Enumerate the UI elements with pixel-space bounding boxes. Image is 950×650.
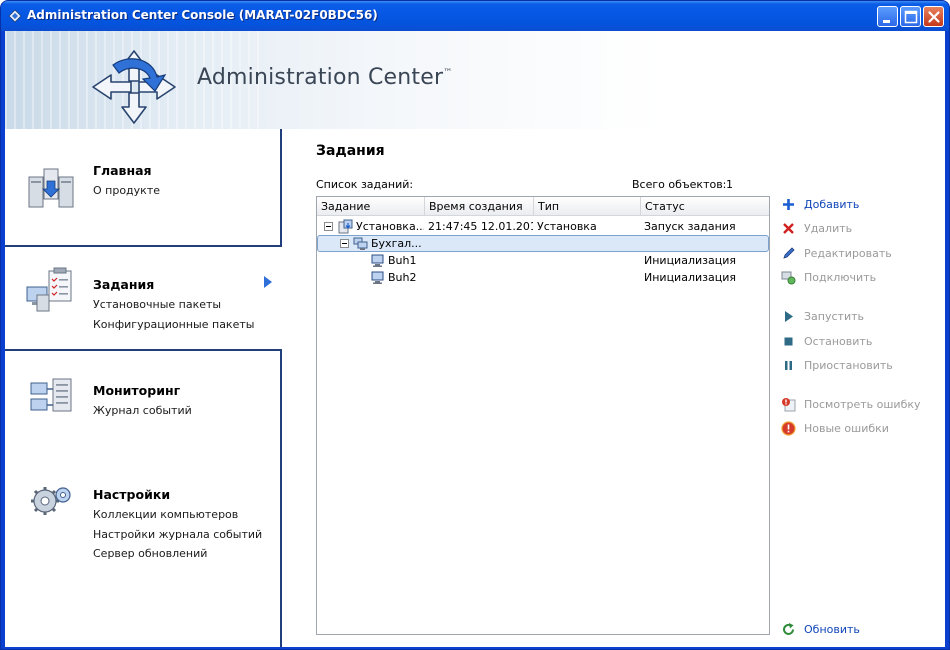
column-header-task[interactable]: Задание bbox=[317, 197, 425, 216]
nav-title-home[interactable]: Главная bbox=[93, 163, 152, 178]
maximize-button[interactable] bbox=[900, 6, 921, 27]
connect-icon bbox=[781, 271, 796, 285]
task-name: Buh1 bbox=[388, 254, 417, 267]
install-package-icon bbox=[338, 219, 353, 234]
nav-link-event-log-settings[interactable]: Настройки журнала событий bbox=[93, 528, 262, 541]
nav-link-computer-collections[interactable]: Коллекции компьютеров bbox=[93, 508, 238, 521]
nav-link-config-packages[interactable]: Конфигурационные пакеты bbox=[93, 318, 254, 331]
table-row[interactable]: Установка... 21:47:45 12.01.2011 Установ… bbox=[317, 218, 769, 235]
delete-label: Удалить bbox=[804, 222, 853, 235]
task-status: Инициализация bbox=[644, 254, 736, 267]
computer-icon bbox=[371, 254, 384, 267]
task-created: 21:47:45 12.01.2011 bbox=[428, 220, 533, 233]
pause-icon bbox=[785, 361, 792, 370]
nav-link-install-packages[interactable]: Установочные пакеты bbox=[93, 298, 221, 311]
server-icon bbox=[28, 168, 74, 208]
task-status: Инициализация bbox=[644, 271, 736, 284]
task-name: Buh2 bbox=[388, 271, 417, 284]
close-icon bbox=[928, 11, 940, 23]
task-name: Установка... bbox=[356, 220, 424, 233]
pause-label: Приостановить bbox=[804, 359, 893, 372]
banner-title-text: Administration Center bbox=[197, 65, 444, 90]
pencil-icon bbox=[783, 247, 795, 259]
task-list-label: Список заданий: bbox=[316, 178, 414, 191]
delete-x-icon bbox=[783, 223, 794, 234]
play-icon bbox=[785, 311, 793, 322]
app-logo-icon bbox=[8, 9, 22, 23]
refresh-label: Обновить bbox=[804, 623, 860, 636]
minimize-icon bbox=[883, 20, 890, 23]
trademark-sign: ™ bbox=[443, 68, 453, 78]
nav-title-tasks[interactable]: Задания bbox=[93, 277, 154, 292]
nav-link-about[interactable]: О продукте bbox=[93, 184, 160, 197]
table-row[interactable]: Бухгал... bbox=[317, 235, 769, 252]
computer-icon bbox=[371, 271, 384, 284]
task-status: Запуск задания bbox=[644, 220, 736, 233]
column-header-status[interactable]: Статус bbox=[641, 197, 769, 216]
nav-link-event-log[interactable]: Журнал событий bbox=[93, 404, 192, 417]
banner-title: Administration Center™ bbox=[197, 65, 452, 90]
title-bar[interactable]: Administration Center Console (MARAT-02F… bbox=[1, 1, 949, 31]
main-panel: Задания Список заданий: Всего объектов: … bbox=[283, 129, 945, 647]
settings-icon bbox=[31, 487, 71, 515]
active-section-arrow-icon bbox=[264, 276, 272, 288]
stop-label: Остановить bbox=[804, 335, 873, 348]
plus-icon bbox=[783, 199, 794, 210]
new-errors-icon bbox=[781, 421, 796, 436]
nav-section-home[interactable]: Главная О продукте bbox=[5, 129, 282, 245]
computer-group-icon bbox=[353, 237, 368, 250]
total-objects-label: Всего объектов: bbox=[632, 178, 727, 191]
client-area: Administration Center™ Главная О продукт… bbox=[5, 31, 945, 647]
table-row[interactable]: Buh2 Инициализация bbox=[317, 269, 769, 286]
refresh-icon bbox=[783, 623, 794, 635]
table-row[interactable]: Buh1 Инициализация bbox=[317, 252, 769, 269]
app-window: Administration Center Console (MARAT-02F… bbox=[0, 0, 950, 650]
left-navigation: Главная О продукте Задания Установочные … bbox=[5, 129, 282, 647]
column-header-created[interactable]: Время создания bbox=[425, 197, 534, 216]
task-type: Установка bbox=[537, 220, 597, 233]
column-header-type[interactable]: Тип bbox=[534, 197, 641, 216]
edit-label: Редактировать bbox=[804, 247, 892, 260]
tasks-grid[interactable]: Задание Время создания Тип Статус Устано… bbox=[316, 196, 770, 635]
task-name: Бухгал... bbox=[371, 237, 422, 250]
nav-section-tasks[interactable]: Задания Установочные пакеты Конфигурацио… bbox=[5, 247, 282, 349]
nav-title-settings[interactable]: Настройки bbox=[93, 487, 170, 502]
total-objects-value: 1 bbox=[726, 178, 733, 191]
maximize-icon bbox=[904, 10, 918, 24]
minimize-button[interactable] bbox=[877, 6, 898, 27]
view-error-label: Посмотреть ошибку bbox=[804, 398, 921, 411]
tasks-icon bbox=[26, 267, 72, 312]
view-error-icon bbox=[782, 398, 796, 412]
new-errors-label: Новые ошибки bbox=[804, 422, 889, 435]
header-banner: Administration Center™ bbox=[5, 31, 945, 129]
window-title: Administration Center Console (MARAT-02F… bbox=[27, 8, 378, 22]
collapse-toggle-icon[interactable] bbox=[324, 222, 333, 231]
close-button[interactable] bbox=[923, 6, 944, 27]
nav-section-monitoring[interactable]: Мониторинг Журнал событий Настройки Колл… bbox=[5, 351, 282, 647]
administration-center-logo-icon bbox=[92, 50, 176, 124]
grid-header: Задание Время создания Тип Статус bbox=[317, 197, 769, 216]
start-label: Запустить bbox=[804, 310, 864, 323]
page-title: Задания bbox=[316, 143, 385, 159]
actions-panel: Добавить Удалить Редактировать Подключит… bbox=[775, 129, 945, 647]
stop-icon bbox=[784, 337, 793, 346]
nav-link-update-server[interactable]: Сервер обновлений bbox=[93, 547, 207, 560]
collapse-toggle-icon[interactable] bbox=[340, 239, 349, 248]
connect-label: Подключить bbox=[804, 271, 877, 284]
nav-title-monitoring[interactable]: Мониторинг bbox=[93, 383, 180, 398]
monitoring-icon bbox=[30, 378, 72, 412]
add-label: Добавить bbox=[804, 198, 860, 211]
